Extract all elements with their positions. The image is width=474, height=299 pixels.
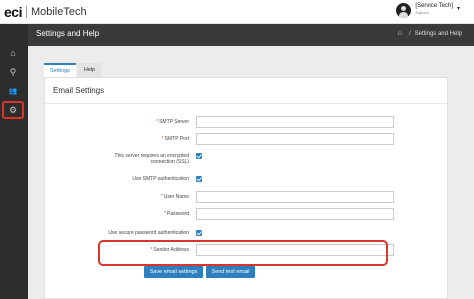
user-name-row: *User Name <box>45 191 447 203</box>
tab-settings[interactable]: Settings <box>44 63 76 77</box>
gear-icon: ⚙ <box>8 104 18 115</box>
smtp-server-input[interactable] <box>196 116 394 128</box>
breadcrumb-current: Settings and Help <box>414 30 462 37</box>
smtp-port-label: *SMTP Port <box>79 136 189 142</box>
user-menu[interactable]: [Service Tech] Sajmon ▾ <box>396 3 460 18</box>
smtp-port-label-text: SMTP Port <box>164 136 189 142</box>
password-row: *Password <box>45 208 447 220</box>
required-marker: * <box>156 119 159 125</box>
user-name-label-text: User Name <box>163 194 189 200</box>
save-email-settings-button[interactable]: Save email settings <box>144 266 203 278</box>
sender-address-highlight <box>98 240 388 266</box>
logo-eci-text: eci <box>4 4 22 20</box>
sidebar-item-users[interactable]: 👥 <box>2 82 24 100</box>
tab-bar: Settings Help <box>44 63 102 77</box>
smtp-port-input[interactable] <box>196 133 394 145</box>
sidebar-item-settings[interactable]: ⚙ <box>2 101 24 119</box>
ssl-checkbox[interactable] <box>196 153 202 159</box>
smtp-server-label-text: SMTP Server <box>159 119 189 125</box>
smtp-server-label: *SMTP Server <box>79 119 189 125</box>
smtp-port-row: *SMTP Port <box>45 133 447 145</box>
eci-logo: eci MobileTech <box>4 4 87 20</box>
users-icon: 👥 <box>8 88 18 95</box>
smtp-server-row: *SMTP Server <box>45 116 447 128</box>
ssl-row: This server requires an encrypted connec… <box>45 152 447 168</box>
smtp-auth-row: Use SMTP authentication <box>45 176 447 188</box>
sidebar: ⌂ ⚲ 👥 ⚙ <box>0 24 28 299</box>
secure-password-label: Use secure password authentication <box>108 230 189 236</box>
user-name: [Service Tech] <box>415 3 453 9</box>
logo-divider <box>25 6 27 18</box>
map-marker-icon: ⚲ <box>9 66 17 77</box>
user-name-input[interactable] <box>196 191 394 203</box>
send-test-email-button[interactable]: Send test email <box>206 266 255 278</box>
ssl-label: This server requires an encrypted connec… <box>114 153 189 165</box>
user-name-label: *User Name <box>79 194 189 200</box>
breadcrumb-separator: / <box>408 30 411 37</box>
user-subtitle: Sajmon <box>415 10 429 15</box>
tab-help[interactable]: Help <box>77 63 102 77</box>
required-marker: * <box>164 211 167 217</box>
page-header: Settings and Help ⌂ / Settings and Help <box>28 24 474 46</box>
password-input[interactable] <box>196 208 394 220</box>
avatar <box>396 3 412 18</box>
breadcrumb-home-icon[interactable]: ⌂ <box>398 30 402 37</box>
app-name: MobileTech <box>30 6 87 18</box>
smtp-auth-checkbox[interactable] <box>196 176 202 182</box>
chevron-down-icon[interactable]: ▾ <box>457 5 460 12</box>
required-marker: * <box>160 194 163 200</box>
password-label: *Password <box>79 211 189 217</box>
required-marker: * <box>161 136 164 142</box>
home-icon: ⌂ <box>10 48 16 58</box>
breadcrumb: ⌂ / Settings and Help <box>398 30 462 37</box>
panel-title: Email Settings <box>53 86 105 95</box>
smtp-auth-label: Use SMTP authentication <box>132 176 189 182</box>
sidebar-item-map[interactable]: ⚲ <box>2 63 24 81</box>
secure-password-checkbox[interactable] <box>196 230 202 236</box>
top-bar: eci MobileTech [Service Tech] Sajmon ▾ <box>0 0 474 24</box>
sidebar-item-home[interactable]: ⌂ <box>2 44 24 62</box>
main-content: Settings Help Email Settings *SMTP Serve… <box>28 46 474 299</box>
password-label-text: Password <box>167 211 189 217</box>
user-info: [Service Tech] Sajmon <box>415 3 453 16</box>
panel-divider <box>45 103 447 104</box>
page-title: Settings and Help <box>36 29 100 38</box>
